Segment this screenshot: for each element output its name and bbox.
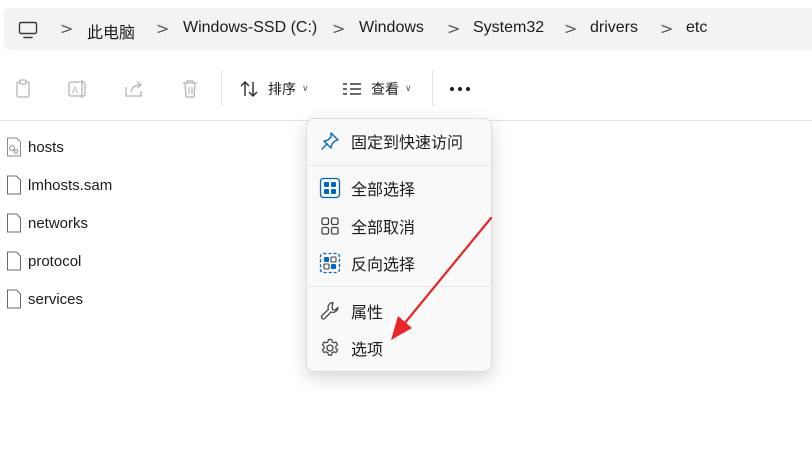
svg-text:A: A — [72, 85, 78, 95]
command-bar: A 排序 ∨ 查看 ∨ — [0, 58, 812, 121]
address-bar: > 此电脑 > Windows-SSD (C:) > Windows > Sys… — [0, 0, 812, 58]
menu-item-invert-selection[interactable]: 反向选择 — [307, 246, 491, 280]
view-list-icon — [343, 83, 361, 95]
list-item[interactable]: lmhosts.sam — [6, 170, 112, 200]
view-button[interactable]: 查看 ∨ — [341, 76, 412, 102]
list-item[interactable]: protocol — [6, 246, 81, 276]
breadcrumb-etc[interactable]: etc — [686, 19, 707, 37]
system-file-icon — [7, 137, 21, 157]
share-icon[interactable] — [123, 78, 145, 100]
list-item[interactable]: networks — [6, 208, 88, 238]
breadcrumb-separator[interactable]: > — [660, 19, 673, 38]
breadcrumb-separator[interactable]: > — [60, 19, 73, 38]
rename-icon[interactable]: A — [67, 78, 89, 100]
menu-item-properties[interactable]: 属性 — [307, 294, 491, 328]
more-options-menu: 固定到快速访问 全部选择 全部取消 反向选择 属性 选项 — [306, 118, 492, 372]
list-item[interactable]: hosts — [6, 132, 64, 162]
more-options-icon[interactable] — [450, 87, 470, 91]
menu-item-select-none[interactable]: 全部取消 — [307, 209, 491, 243]
menu-item-label: 选项 — [351, 342, 384, 359]
menu-divider — [308, 286, 490, 287]
menu-item-options[interactable]: 选项 — [307, 331, 491, 365]
file-icon — [7, 213, 21, 233]
breadcrumb-this-pc[interactable]: 此电脑 — [87, 19, 135, 43]
copy-icon[interactable] — [12, 78, 34, 100]
breadcrumb-separator[interactable]: > — [332, 19, 345, 38]
breadcrumb-windows[interactable]: Windows — [359, 19, 424, 37]
breadcrumb-drive-c[interactable]: Windows-SSD (C:) — [183, 19, 317, 37]
pin-icon — [321, 132, 339, 150]
select-all-icon — [319, 177, 341, 199]
sort-icon — [240, 81, 258, 97]
file-name: lmhosts.sam — [28, 176, 113, 194]
gear-icon — [321, 338, 339, 356]
toolbar-divider — [221, 70, 222, 106]
menu-item-select-all[interactable]: 全部选择 — [307, 171, 491, 205]
sort-label: 排序 — [268, 81, 296, 97]
breadcrumb-drivers[interactable]: drivers — [590, 19, 638, 37]
menu-item-label: 全部选择 — [351, 182, 416, 199]
file-name: hosts — [28, 138, 64, 156]
invert-selection-icon — [319, 252, 341, 274]
menu-item-label: 属性 — [351, 305, 384, 322]
menu-item-label: 反向选择 — [351, 257, 416, 274]
breadcrumb-separator[interactable]: > — [156, 19, 169, 38]
toolbar-divider — [432, 70, 433, 106]
this-pc-icon[interactable] — [18, 21, 38, 39]
menu-item-label: 固定到快速访问 — [351, 135, 464, 152]
sort-button[interactable]: 排序 ∨ — [238, 76, 309, 102]
file-icon — [7, 175, 21, 195]
chevron-down-icon: ∨ — [302, 84, 309, 94]
breadcrumb-separator[interactable]: > — [447, 19, 460, 38]
wrench-icon — [320, 301, 339, 320]
breadcrumb-system32[interactable]: System32 — [473, 19, 544, 37]
menu-item-pin-quick-access[interactable]: 固定到快速访问 — [307, 124, 491, 158]
file-name: protocol — [28, 252, 82, 270]
breadcrumb[interactable]: > 此电脑 > Windows-SSD (C:) > Windows > Sys… — [4, 8, 812, 50]
select-none-icon — [321, 217, 339, 235]
chevron-down-icon: ∨ — [405, 84, 412, 94]
menu-item-label: 全部取消 — [351, 220, 416, 237]
file-icon — [7, 289, 21, 309]
list-item[interactable]: services — [6, 284, 83, 314]
delete-icon[interactable] — [179, 78, 201, 100]
breadcrumb-separator[interactable]: > — [564, 19, 577, 38]
menu-divider — [308, 165, 490, 166]
file-name: networks — [28, 214, 89, 232]
view-label: 查看 — [371, 81, 399, 97]
file-icon — [7, 251, 21, 271]
file-name: services — [28, 290, 84, 308]
